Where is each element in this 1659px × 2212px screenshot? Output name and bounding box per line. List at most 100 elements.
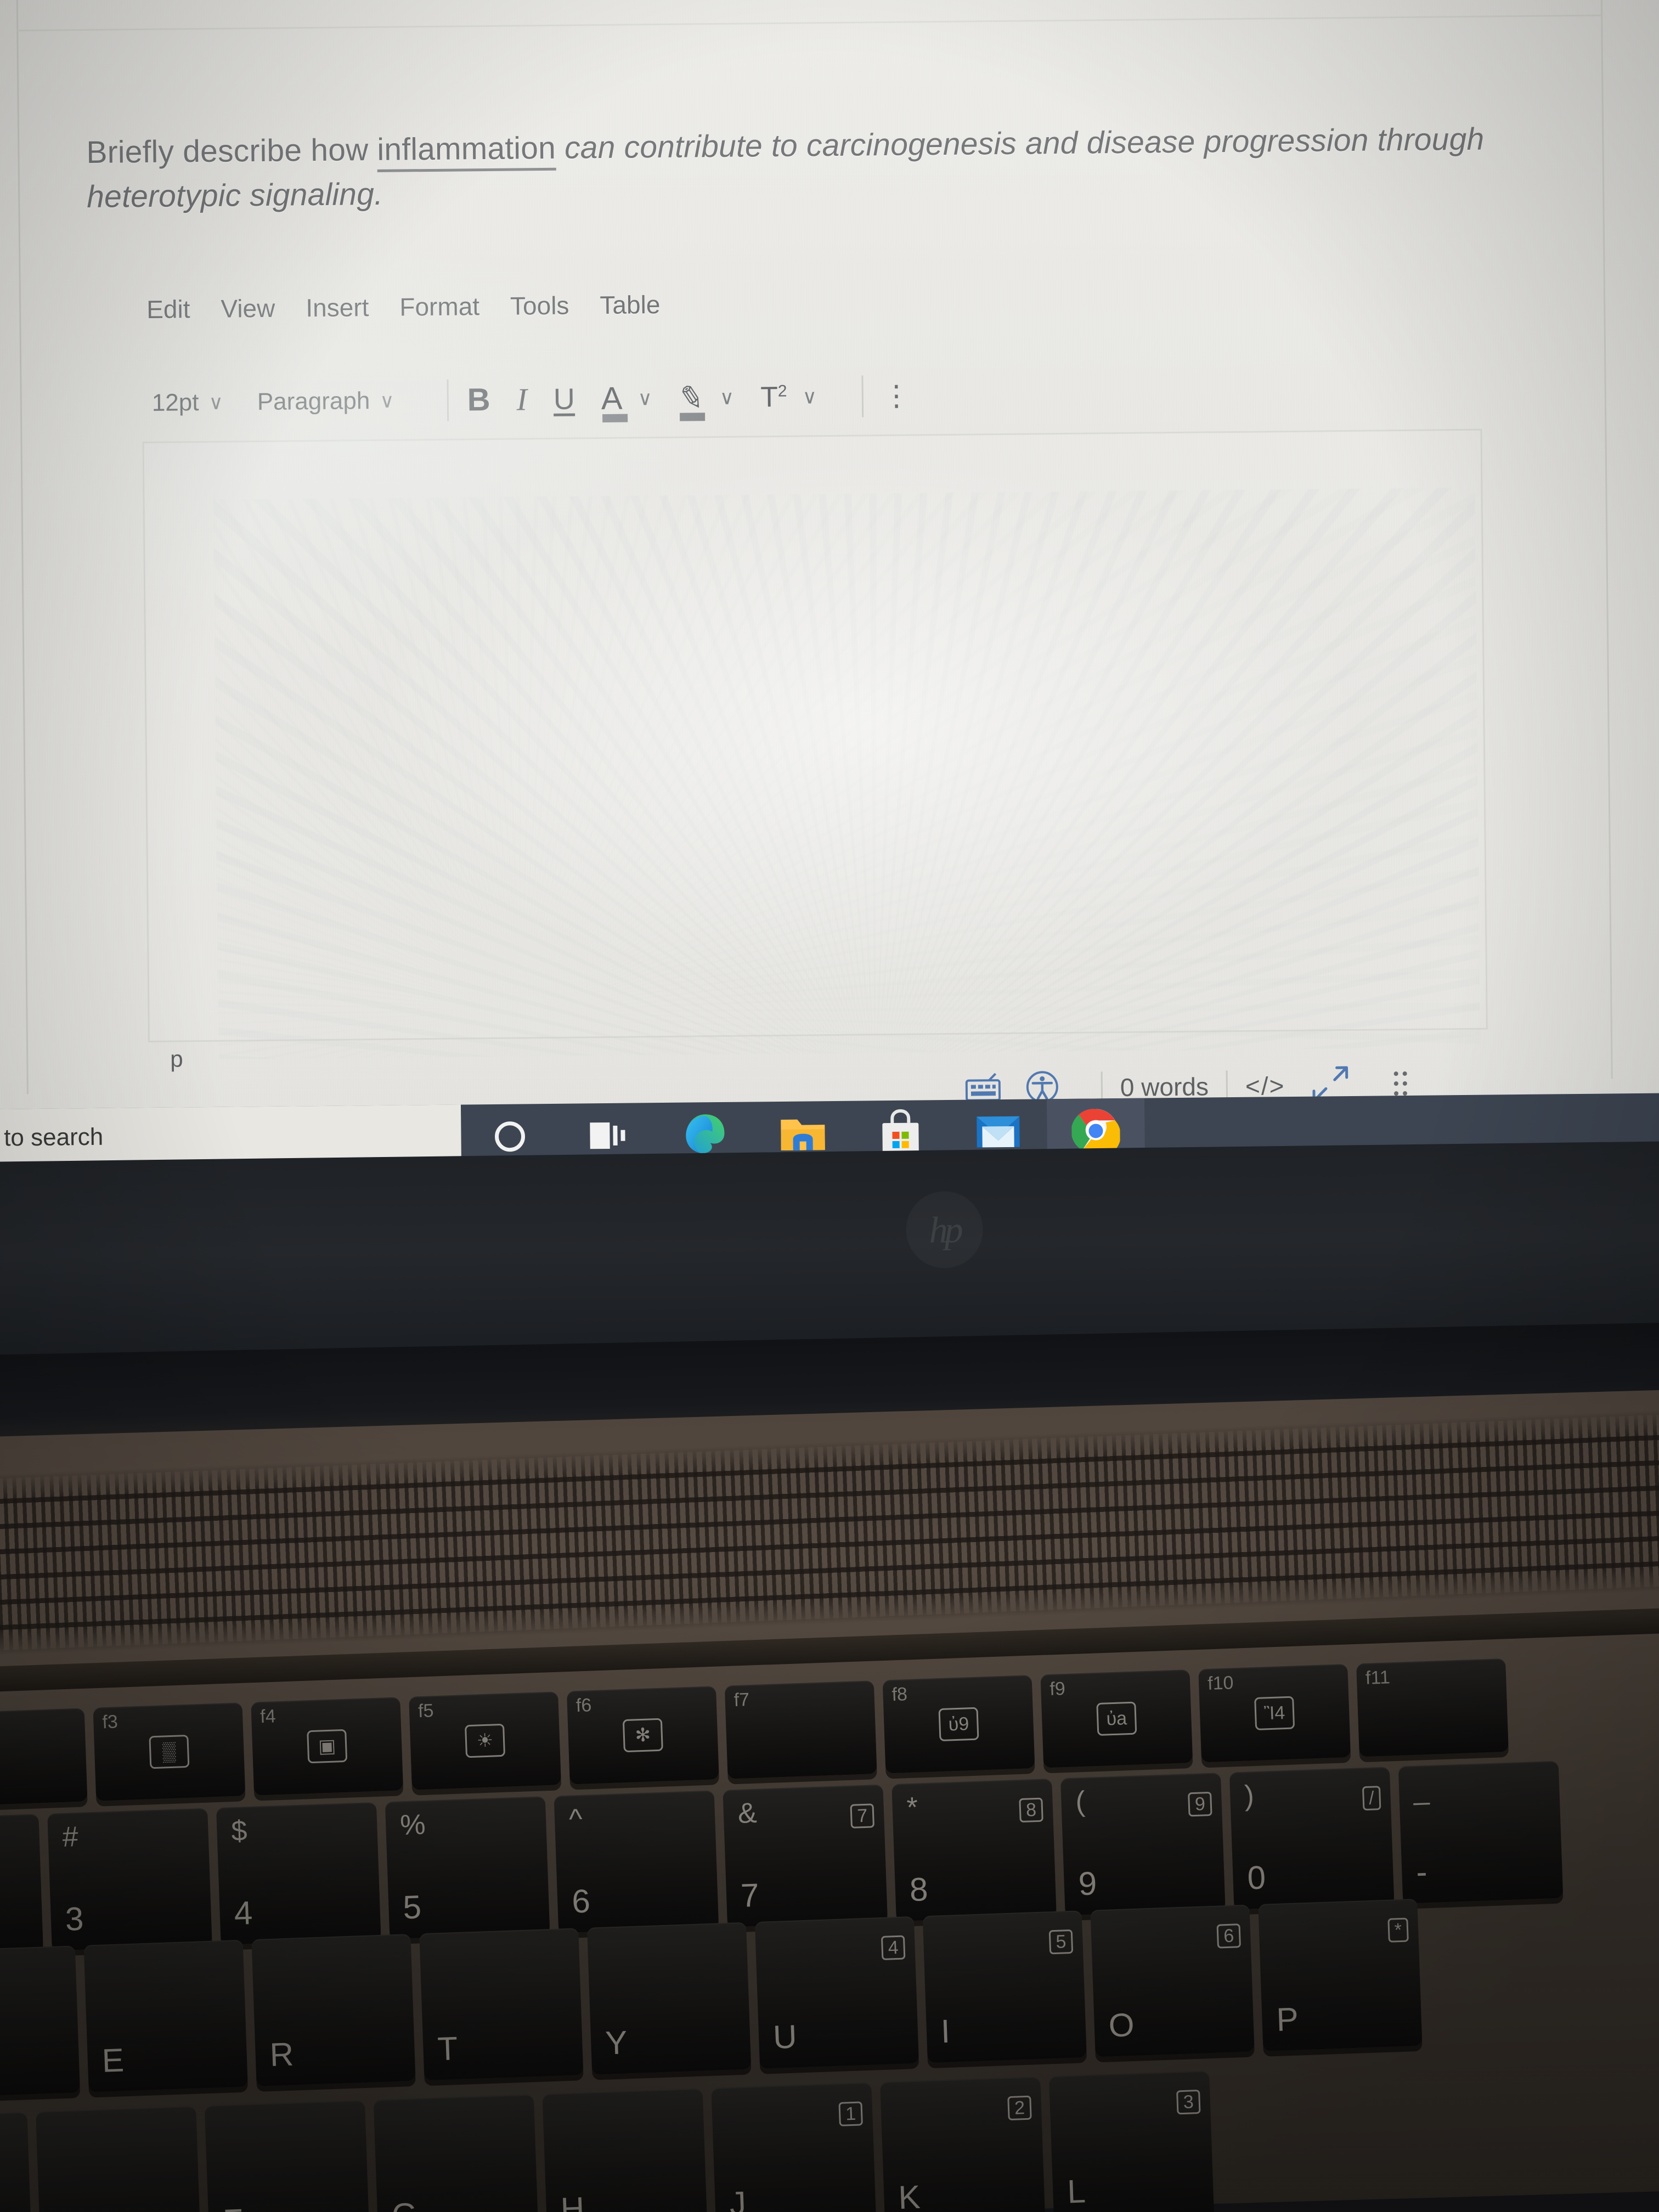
task-view-icon [590,1122,625,1149]
key-label: I [940,2012,951,2050]
key-l[interactable]: L3 [1048,2070,1215,2212]
key-fn-label: f3 [101,1711,119,1733]
key-label: 4 [233,1894,253,1932]
key-i[interactable]: I5 [922,1910,1087,2063]
key-f5[interactable]: f5 ☀ [409,1691,561,1790]
bold-button[interactable]: B [467,381,490,418]
key-numpad-label: 6 [1216,1923,1242,1949]
key-label: 8 [909,1871,929,1909]
keyboard-home-row: S D F GHJ1K2L3 [0,2070,1223,2212]
key-f9[interactable]: f9 ὐa [1040,1669,1193,1768]
text-color-letter: A [601,380,623,416]
font-size-dropdown[interactable]: 12pt ∨ [152,388,223,416]
menu-item-tools[interactable]: Tools [510,291,569,321]
menu-item-edit[interactable]: Edit [146,294,190,324]
key-u[interactable]: U4 [754,1916,919,2069]
key-3[interactable]: #3 [47,1808,212,1951]
key-r[interactable]: R [251,1933,416,2086]
key-sym[interactable]: _ - [1398,1760,1564,1904]
chevron-down-icon: ∨ [719,386,735,409]
key-f[interactable]: F [204,2100,370,2212]
question-underlined-term: inflammation [377,130,556,172]
menu-item-insert[interactable]: Insert [306,292,369,323]
key-j[interactable]: J1 [711,2082,877,2212]
key-f3[interactable]: f3 ▒ [93,1702,246,1801]
key-shift-label: # [61,1821,79,1853]
element-path-breadcrumb[interactable]: p [170,1046,183,1072]
key-label: 7 [740,1876,760,1914]
key-numpad-label: 1 [838,2101,863,2126]
key-f8[interactable]: f8 ὐ9 [882,1675,1035,1774]
rce-menubar: Edit View Insert Format Tools Table [146,290,661,324]
key-fn-label: f11 [1365,1667,1391,1689]
key-6[interactable]: ^ 6 [554,1790,719,1933]
underline-button[interactable]: U [554,382,575,416]
key-2[interactable]: @2 [0,1814,43,1957]
key-4[interactable]: $4 [216,1802,381,1945]
key-label: D [53,2208,78,2212]
key-t[interactable]: T [419,1928,584,2081]
key-label: F [222,2202,244,2212]
key-fn-label: f5 [417,1700,435,1722]
menu-item-table[interactable]: Table [600,290,660,320]
menu-item-view[interactable]: View [221,294,275,324]
key-8[interactable]: * 8 8 [891,1779,1057,1922]
key-label: E [101,2041,125,2079]
key-h[interactable]: H [542,2088,708,2212]
highlight-color-swatch [680,412,706,421]
highlighter-glyph: ✎ [675,377,708,417]
underline-icon: U [553,382,575,416]
key-f6[interactable]: f6 ✻ [566,1686,719,1785]
key-numpad-label: 4 [881,1935,906,1961]
more-options-button[interactable]: ⋮ [882,379,911,412]
key-fn-icon: ▒ [149,1734,190,1769]
key-e[interactable]: E [83,1939,248,2092]
key-k[interactable]: K2 [880,2076,1046,2212]
hp-logo: hp [906,1191,984,1269]
highlighter-pen-icon: ✎ [675,377,708,421]
key-0[interactable]: ) 0 / [1229,1767,1395,1910]
key-label: K [898,2178,921,2212]
laptop-screen: Briefly describe how inflammation can co… [0,0,1659,1163]
italic-button[interactable]: I [516,381,527,417]
key-label: 6 [571,1882,591,1920]
editor-textarea[interactable] [142,428,1488,1042]
menu-item-format[interactable]: Format [399,291,479,321]
key-shift-label: ) [1244,1780,1255,1812]
chevron-down-icon: ∨ [208,391,224,414]
key-f7[interactable]: f7 [724,1680,877,1779]
key-numpad-label: 9 [1188,1791,1212,1817]
key-7[interactable]: & 7 7 [723,1784,888,1927]
superscript-button[interactable]: T2 ∨ [760,380,817,414]
font-size-value: 12pt [151,388,199,416]
key-o[interactable]: O6 [1090,1904,1255,2057]
key-y[interactable]: Y [587,1922,752,2075]
key-p[interactable]: P * [1258,1898,1423,2051]
key-numpad-label: / [1362,1786,1381,1811]
key-g[interactable]: G [373,2094,539,2212]
superscript-exponent: 2 [777,381,787,400]
key-s[interactable]: S [0,2112,32,2212]
text-color-button[interactable]: A ∨ [601,380,653,422]
key-f2[interactable]: f2 [0,1708,88,1807]
key-numpad-label: * [1387,1917,1409,1943]
laptop-photo: Briefly describe how inflammation can co… [0,0,1659,2212]
key-shift-label: % [399,1808,426,1842]
paragraph-format-dropdown[interactable]: Paragraph ∨ [257,387,394,415]
key-numpad-label: 3 [1176,2089,1201,2115]
key-f11[interactable]: f11 [1356,1658,1509,1757]
key-numpad-label: 8 [1019,1797,1043,1823]
key-w[interactable]: W [0,1945,80,2098]
page-border-left [16,0,29,1094]
italic-icon: I [516,381,528,417]
key-label: 5 [402,1888,422,1926]
key-d[interactable]: D [36,2106,201,2212]
screen-content: Briefly describe how inflammation can co… [0,0,1659,1163]
key-9[interactable]: (9 9 [1060,1773,1226,1916]
key-f10[interactable]: f10 Ἲ4 [1198,1664,1351,1763]
key-5[interactable]: % 5 [385,1796,550,1939]
key-f4[interactable]: f4 ▣ [251,1697,404,1796]
search-placeholder: e to search [0,1123,104,1152]
key-shift-label: * [906,1791,919,1824]
highlight-color-button[interactable]: ✎ ∨ [675,377,735,421]
